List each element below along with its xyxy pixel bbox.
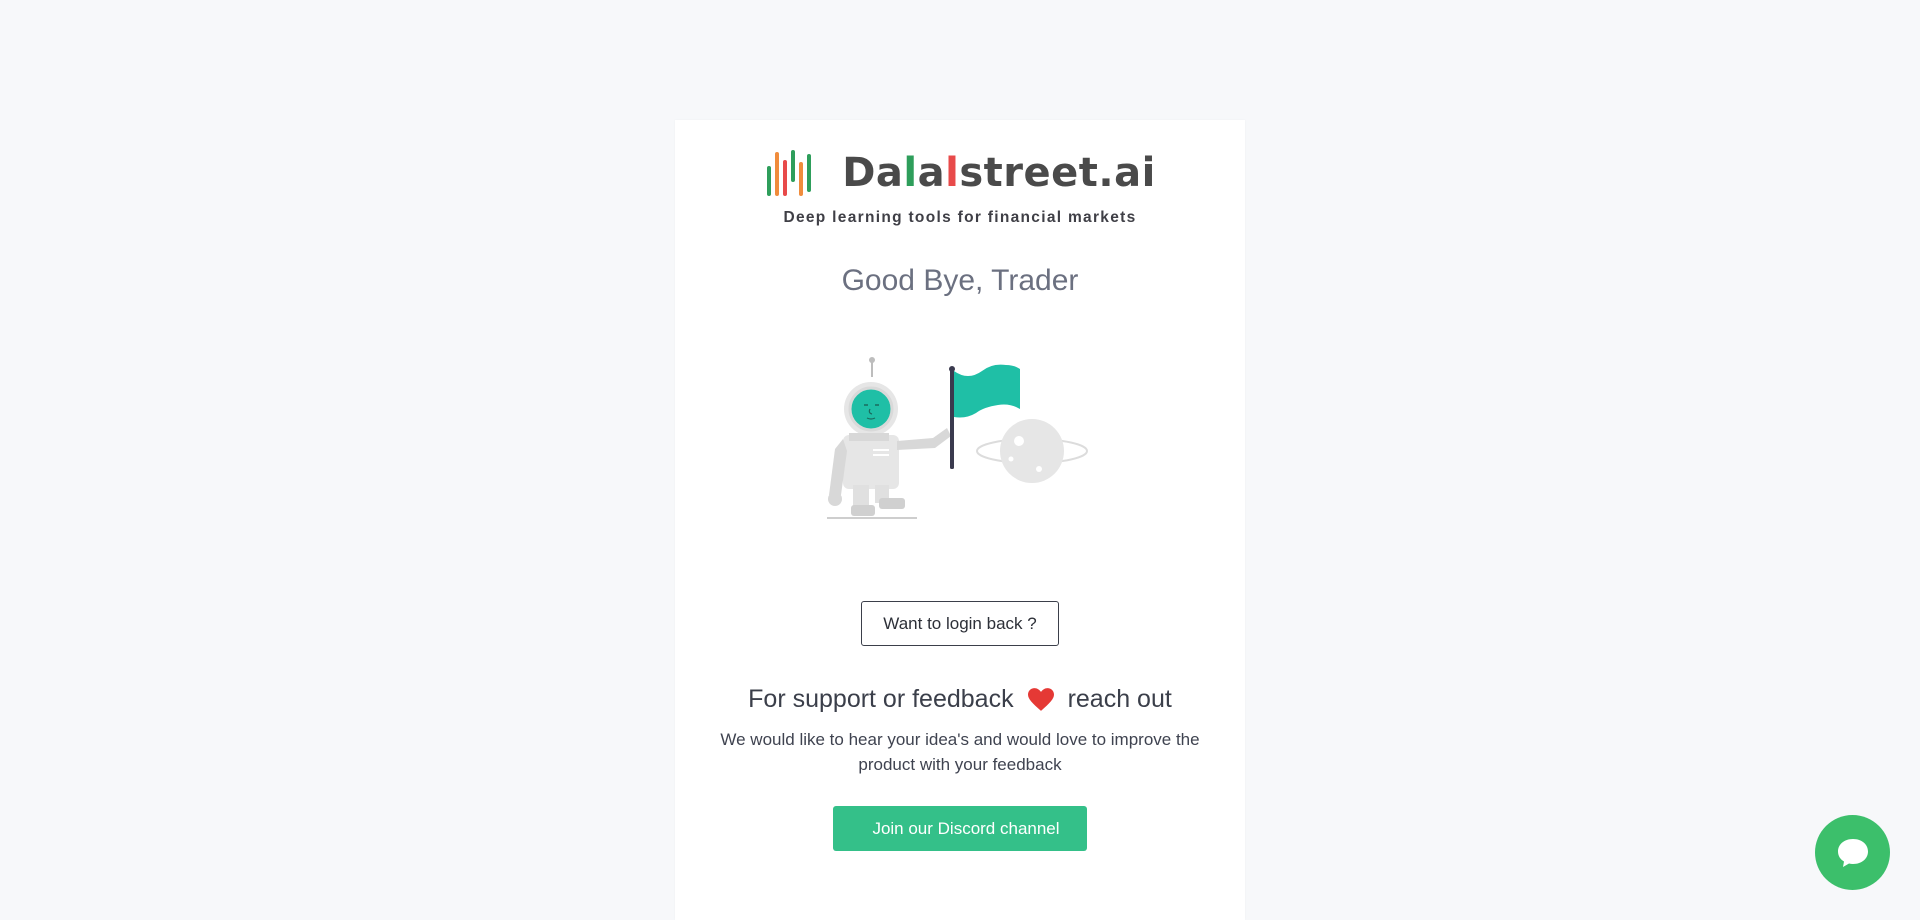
support-heading: For support or feedback reach out <box>675 685 1245 714</box>
discord-button[interactable]: Join our Discord channel <box>833 806 1087 851</box>
heart-icon <box>1027 687 1054 711</box>
candlestick-bars-icon <box>767 150 812 196</box>
brand-header: Dalalstreet.ai <box>675 148 1245 198</box>
page-title: Good Bye, Trader <box>841 264 1079 297</box>
chat-widget-button[interactable] <box>1815 815 1890 890</box>
chat-bubble-icon <box>1837 838 1868 867</box>
brand-name: Dalalstreet.ai <box>842 150 1156 196</box>
logout-card: Dalalstreet.ai Deep learning tools for f… <box>675 120 1245 920</box>
brand-tagline: Deep learning tools for financial market… <box>783 209 1137 226</box>
support-heading-text: For support or feedback <box>748 685 1014 713</box>
support-heading-text-end: reach out <box>1067 685 1172 713</box>
support-description: We would like to hear your idea's and wo… <box>720 730 1200 774</box>
astronaut-flag-planet-illustration <box>827 357 1088 519</box>
login-back-button[interactable]: Want to login back ? <box>861 601 1059 646</box>
